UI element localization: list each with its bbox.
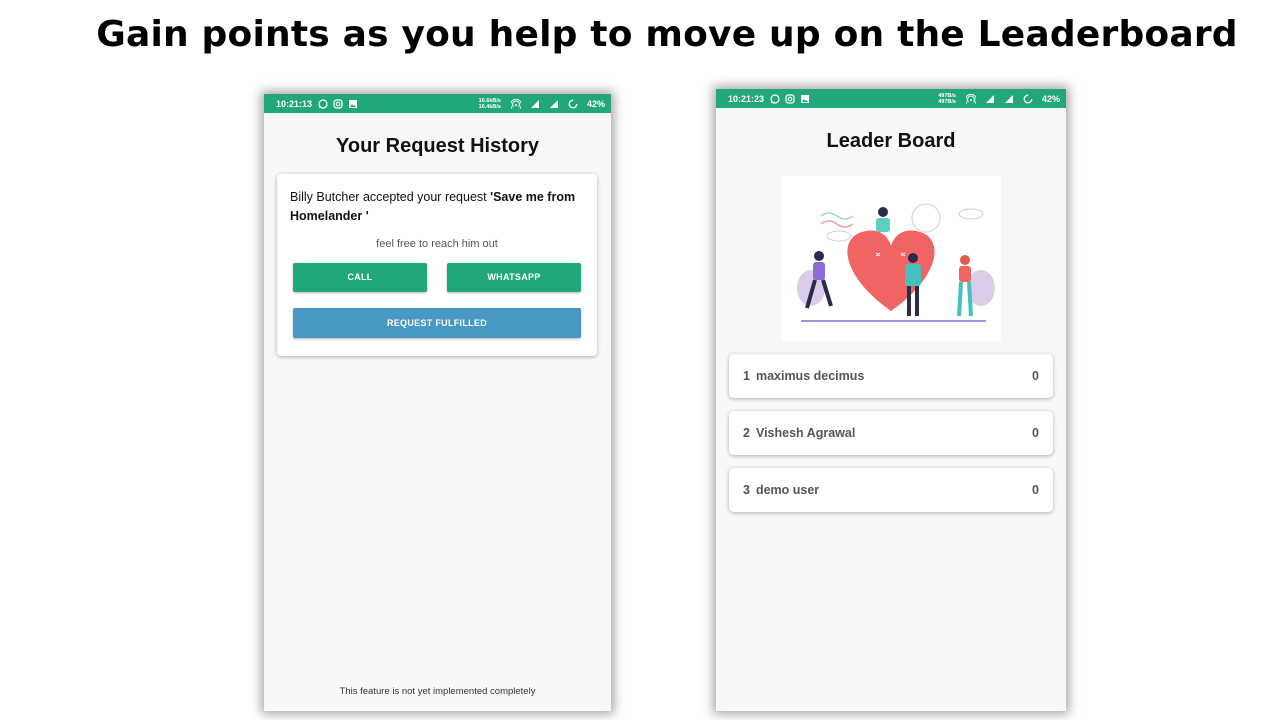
4g-signal-icon bbox=[985, 94, 995, 104]
signal-icon bbox=[1004, 94, 1014, 104]
status-bar: 10:21:23 497B/s 497B/s 42% bbox=[716, 89, 1066, 108]
footer-note: This feature is not yet implemented comp… bbox=[339, 686, 536, 697]
image-icon bbox=[800, 94, 810, 104]
page-title: Leader Board bbox=[826, 130, 956, 152]
leaderboard-points: 0 bbox=[1032, 483, 1039, 497]
hotspot-icon bbox=[965, 93, 976, 104]
request-message-prefix: Billy Butcher accepted your request bbox=[290, 190, 491, 204]
image-icon bbox=[348, 99, 358, 109]
leaderboard-points: 0 bbox=[1032, 426, 1039, 440]
whatsapp-button[interactable]: WHATSAPP bbox=[447, 263, 581, 292]
slide-title: Gain points as you help to move up on th… bbox=[96, 14, 1238, 55]
whatsapp-icon bbox=[318, 98, 328, 109]
request-card: Billy Butcher accepted your request 'Sav… bbox=[277, 174, 597, 356]
status-bar: 10:21:13 16.6kB/s 16.4kB/s 42% bbox=[264, 94, 611, 113]
battery-level: 42% bbox=[1041, 93, 1060, 104]
hotspot-icon bbox=[510, 98, 521, 109]
leaderboard-row: 3 demo user 0 bbox=[729, 468, 1053, 512]
people-with-heart-illustration bbox=[781, 176, 1001, 341]
whatsapp-icon bbox=[770, 93, 780, 104]
request-history-screen: 10:21:13 16.6kB/s 16.4kB/s 42% Your Requ… bbox=[264, 94, 611, 711]
leaderboard-rank: 1 bbox=[743, 369, 750, 383]
call-button[interactable]: CALL bbox=[293, 263, 427, 292]
leaderboard-rank: 2 bbox=[743, 426, 750, 440]
signal-icon bbox=[549, 99, 559, 109]
request-message: Billy Butcher accepted your request 'Sav… bbox=[290, 188, 585, 226]
leaderboard-row: 1 maximus decimus 0 bbox=[729, 354, 1053, 398]
leaderboard-name: maximus decimus bbox=[755, 369, 865, 383]
leaderboard-screen: 10:21:23 497B/s 497B/s 42% Leader Board … bbox=[716, 89, 1066, 711]
instagram-icon bbox=[333, 98, 343, 109]
battery-saver-icon bbox=[568, 99, 578, 109]
status-time: 10:21:23 bbox=[728, 93, 765, 104]
leaderboard-rank: 3 bbox=[743, 483, 750, 497]
request-fulfilled-button[interactable]: REQUEST FULFILLED bbox=[293, 308, 581, 338]
status-time: 10:21:13 bbox=[276, 98, 313, 109]
battery-saver-icon bbox=[1023, 94, 1033, 104]
reach-out-text: feel free to reach him out bbox=[376, 238, 498, 250]
leaderboard-name: demo user bbox=[755, 483, 820, 497]
page-title: Your Request History bbox=[336, 135, 539, 157]
battery-level: 42% bbox=[586, 98, 605, 109]
leaderboard-row: 2 Vishesh Agrawal 0 bbox=[729, 411, 1053, 455]
4g-signal-icon bbox=[530, 99, 540, 109]
leaderboard-name: Vishesh Agrawal bbox=[755, 426, 856, 440]
leaderboard-points: 0 bbox=[1032, 369, 1039, 383]
net-down-speed: 16.4kB/s bbox=[478, 103, 501, 110]
instagram-icon bbox=[785, 93, 795, 104]
net-down-speed: 497B/s bbox=[938, 98, 956, 105]
